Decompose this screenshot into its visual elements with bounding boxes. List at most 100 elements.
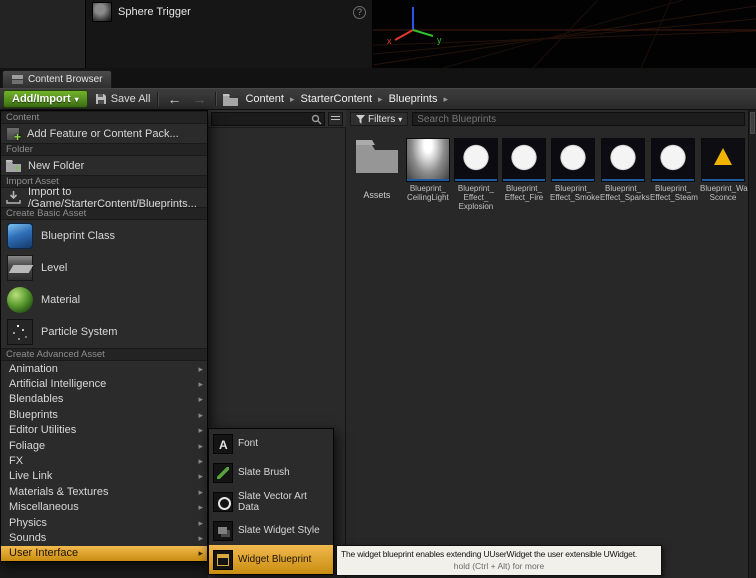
folder-icon — [223, 93, 239, 106]
content-browser-icon — [12, 74, 23, 85]
breadcrumb-startercontent[interactable]: StarterContent — [301, 93, 373, 105]
asset-tile[interactable]: Blueprint_ Effect_Smoke — [550, 138, 600, 202]
asset-thumbnail — [453, 138, 498, 182]
forward-button[interactable]: → — [190, 92, 208, 106]
menu-item-blueprint-class[interactable]: Blueprint Class — [1, 220, 207, 252]
chevron-right-icon — [290, 93, 295, 105]
save-all-button[interactable]: Save All — [95, 93, 151, 105]
import-icon — [6, 191, 21, 204]
submenu-item-slate-widget-style[interactable]: Slate Widget Style — [209, 516, 333, 545]
menu-item-fx[interactable]: FX — [1, 453, 207, 468]
filter-icon — [356, 114, 365, 124]
material-icon — [7, 287, 33, 313]
add-import-label: Add/Import — [12, 93, 71, 105]
menu-item-blueprints[interactable]: Blueprints — [1, 407, 207, 422]
chevron-right-icon — [198, 455, 203, 467]
folder-label: Assets — [363, 190, 391, 200]
asset-tile[interactable]: Blueprint_ Effect_Fire — [501, 138, 546, 202]
new-folder-icon: + — [6, 159, 21, 173]
asset-tile[interactable]: Blueprint_ Effect_Sparks — [600, 138, 650, 202]
add-import-button[interactable]: Add/Import — [3, 90, 88, 108]
chevron-right-icon — [444, 93, 449, 105]
asset-thumbnail — [405, 138, 450, 182]
tooltip: The widget blueprint enables extending U… — [336, 545, 662, 576]
menu-item-blendables[interactable]: Blendables — [1, 392, 207, 407]
chevron-right-icon — [198, 424, 203, 436]
particle-system-icon — [7, 319, 33, 345]
chevron-right-icon — [198, 501, 203, 513]
menu-item-miscellaneous[interactable]: Miscellaneous — [1, 500, 207, 515]
chevron-right-icon — [198, 470, 203, 482]
view-options-button[interactable] — [328, 111, 343, 126]
chevron-right-icon — [198, 393, 203, 405]
paths-search-input[interactable] — [211, 111, 325, 126]
search-assets-input[interactable] — [412, 112, 745, 126]
breadcrumb-content[interactable]: Content — [245, 93, 284, 105]
menu-item-sounds[interactable]: Sounds — [1, 530, 207, 545]
filters-button[interactable]: Filters — [350, 112, 409, 126]
help-icon[interactable] — [353, 5, 366, 19]
caret-down-icon — [75, 93, 79, 105]
submenu-item-slate-brush[interactable]: Slate Brush — [209, 458, 333, 487]
menu-item-physics[interactable]: Physics — [1, 515, 207, 530]
menu-item-new-folder[interactable]: + New Folder — [1, 156, 207, 175]
blueprint-class-icon — [7, 223, 33, 249]
add-feature-icon — [6, 126, 21, 144]
menu-item-live-link[interactable]: Live Link — [1, 469, 207, 484]
asset-label: Blueprint_ Effect_Smoke — [550, 184, 600, 202]
add-import-menu: Content Add Feature or Content Pack... F… — [0, 110, 208, 563]
caret-down-icon — [398, 114, 402, 125]
asset-tile[interactable]: Blueprint_ CeilingLight — [405, 138, 450, 202]
list-icon — [331, 115, 340, 122]
scrollbar-thumb[interactable] — [750, 112, 755, 134]
level-viewport[interactable]: x y — [352, 0, 756, 69]
user-interface-submenu: Font Slate Brush Slate Vector Art Data S… — [208, 428, 334, 575]
content-browser-tab-strip: Content Browser — [0, 68, 756, 88]
submenu-item-font[interactable]: Font — [209, 429, 333, 458]
back-button[interactable]: ← — [165, 92, 183, 106]
menu-item-add-feature[interactable]: Add Feature or Content Pack... — [1, 124, 207, 144]
list-item[interactable]: Sphere Trigger — [86, 0, 372, 24]
menu-item-level[interactable]: Level — [1, 252, 207, 284]
toolbar-separator — [215, 92, 217, 106]
chevron-right-icon — [198, 363, 203, 375]
level-icon — [7, 255, 33, 281]
asset-tile[interactable]: Blueprint_ Effect_Steam — [650, 138, 698, 202]
svg-text:y: y — [437, 35, 442, 45]
breadcrumb-blueprints[interactable]: Blueprints — [389, 93, 438, 105]
filters-label: Filters — [368, 113, 396, 125]
folder-tile-assets[interactable]: Assets — [352, 138, 402, 200]
slate-widget-style-icon — [213, 520, 233, 541]
tooltip-text: The widget blueprint enables extending U… — [341, 549, 638, 559]
menu-item-material[interactable]: Material — [1, 284, 207, 316]
menu-item-import[interactable]: Import to /Game/StarterContent/Blueprint… — [1, 186, 207, 210]
menu-item-artificial-intelligence[interactable]: Artificial Intelligence — [1, 376, 207, 391]
menu-item-foliage[interactable]: Foliage — [1, 438, 207, 453]
menu-item-particle-system[interactable]: Particle System — [1, 316, 207, 348]
scrollbar[interactable] — [748, 110, 756, 578]
asset-thumbnail — [551, 138, 595, 182]
filter-bar: Filters — [346, 110, 756, 128]
asset-label: Blueprint_ Effect_ Explosion — [457, 184, 494, 211]
folder-icon — [355, 138, 399, 174]
menu-item-user-interface[interactable]: User Interface — [1, 545, 207, 562]
item-label: Sphere Trigger — [118, 6, 191, 18]
tab-content-browser[interactable]: Content Browser — [2, 70, 113, 88]
slate-brush-icon — [213, 462, 233, 483]
asset-view: Filters Assets Blueprint_CeilingLight Bl… — [346, 110, 756, 578]
submenu-item-slate-vector-art-data[interactable]: Slate Vector Art Data — [209, 487, 333, 516]
save-all-label: Save All — [110, 93, 151, 105]
menu-item-editor-utilities[interactable]: Editor Utilities — [1, 423, 207, 438]
asset-label: Blueprint_ CeilingLight — [406, 184, 449, 202]
asset-thumbnail — [601, 138, 645, 182]
asset-thumbnail — [651, 138, 695, 182]
submenu-item-widget-blueprint[interactable]: Widget Blueprint — [209, 545, 333, 574]
asset-tile[interactable]: Blueprint_ Effect_ Explosion — [453, 138, 498, 211]
menu-item-animation[interactable]: Animation — [1, 361, 207, 376]
menu-item-materials-textures[interactable]: Materials & Textures — [1, 484, 207, 499]
asset-tile[interactable]: Blueprint_Wall Sconce — [700, 138, 751, 202]
toolbar-separator — [157, 92, 159, 106]
asset-label: Blueprint_ Effect_Sparks — [600, 184, 650, 202]
chevron-right-icon — [198, 440, 203, 452]
viewport-grid: x y — [352, 0, 756, 69]
